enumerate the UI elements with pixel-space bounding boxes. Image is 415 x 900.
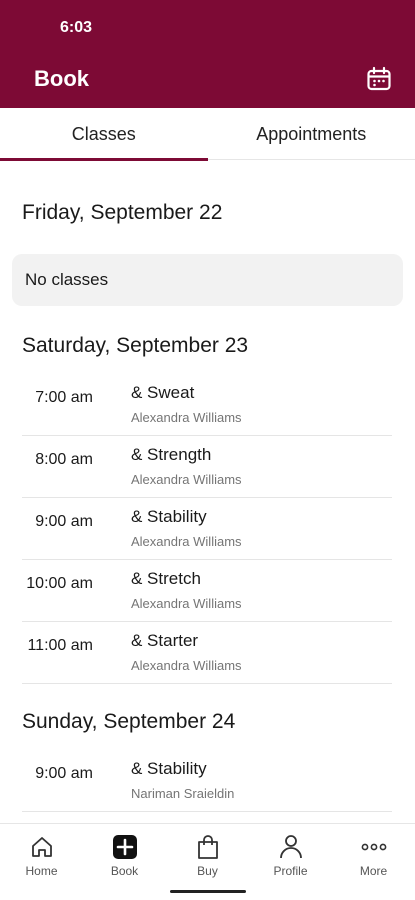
class-row[interactable]: 10:00 am & Stretch Alexandra Williams [22,560,392,622]
nav-book[interactable]: Book [83,824,166,878]
class-name: & Sweat [131,383,195,402]
class-instructor: Nariman Sraieldin [131,786,235,801]
day-heading: Sunday, September 24 [22,710,236,733]
class-name: & Starter [131,631,199,650]
class-instructor: Alexandra Williams [131,472,242,487]
tab-appointments[interactable]: Appointments [208,108,415,160]
class-instructor: Alexandra Williams [131,534,242,549]
class-row[interactable]: 8:00 am & Strength Alexandra Williams [22,436,392,498]
class-name: & Stability [131,507,207,526]
nav-label: Buy [197,864,218,878]
plus-square-icon [112,834,138,860]
class-time: 7:00 am [35,389,93,406]
class-time: 11:00 am [27,637,93,654]
nav-label: Profile [273,864,308,878]
shopping-bag-icon [195,834,221,860]
status-time: 6:03 [60,19,93,36]
nav-more[interactable]: More [332,824,415,878]
bottom-nav: Home Book Buy Profile More [0,823,415,900]
class-row[interactable]: 11:00 am & Starter Alexandra Williams [22,622,392,684]
class-instructor: Alexandra Williams [131,410,242,425]
nav-label: More [359,864,388,878]
day-heading: Saturday, September 23 [22,334,249,357]
class-name: & Stability [131,759,207,778]
tab-classes[interactable]: Classes [0,108,208,161]
class-time: 9:00 am [35,765,93,782]
class-row[interactable]: 7:00 am & Sweat Alexandra Williams [22,374,392,436]
app-header: 6:03 Book [0,0,415,108]
page-title: Book [34,66,89,91]
class-instructor: Alexandra Williams [131,596,242,611]
nav-label: Home [25,864,58,878]
class-time: 9:00 am [35,513,93,530]
tab-bar: Classes Appointments [0,108,415,161]
class-time: 10:00 am [26,575,93,592]
more-dots-icon [361,834,387,860]
nav-buy[interactable]: Buy [166,824,249,878]
class-row[interactable]: 9:00 am & Stability Alexandra Williams [22,498,392,560]
class-name: & Strength [131,445,212,464]
no-classes-card: No classes [12,254,403,306]
person-icon [278,834,304,860]
day-heading: Friday, September 22 [22,201,223,224]
class-name: & Stretch [131,569,201,588]
calendar-icon[interactable] [366,66,392,92]
home-indicator [170,890,246,893]
no-classes-text: No classes [25,270,109,289]
nav-label: Book [110,864,139,878]
schedule-list: Friday, September 22 No classes Saturday… [0,160,415,823]
nav-profile[interactable]: Profile [249,824,332,878]
home-icon [29,834,55,860]
class-instructor: Alexandra Williams [131,658,242,673]
class-row[interactable]: 9:00 am & Stability Nariman Sraieldin [22,750,392,812]
nav-home[interactable]: Home [0,824,83,878]
class-time: 8:00 am [35,451,93,468]
